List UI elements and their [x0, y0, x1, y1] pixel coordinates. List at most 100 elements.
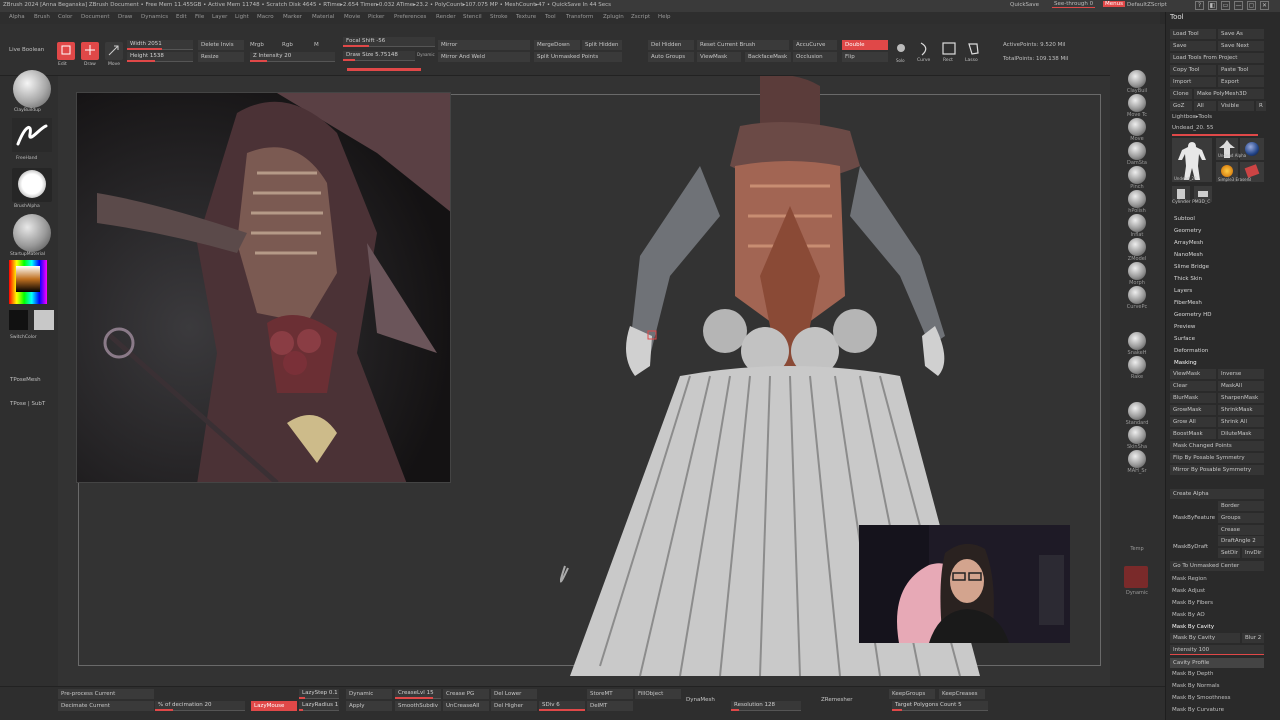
section-geometry[interactable]: Geometry	[1174, 228, 1201, 234]
lazy-mouse-toggle[interactable]: LazyMouse	[251, 701, 297, 711]
maximize-icon[interactable]: ▢	[1247, 1, 1256, 10]
menu-stencil[interactable]: Stencil	[463, 14, 482, 20]
set-dir-button[interactable]: SetDir	[1218, 548, 1240, 558]
freehand-stroke[interactable]	[12, 118, 52, 152]
color-picker[interactable]	[9, 260, 47, 304]
brush-rake[interactable]: Rake	[1120, 356, 1154, 380]
preprocess-current-button[interactable]: Pre-process Current	[58, 689, 154, 699]
menu-stroke[interactable]: Stroke	[490, 14, 508, 20]
menu-picker[interactable]: Picker	[368, 14, 384, 20]
zremesher-button[interactable]: ZRemesher	[818, 695, 886, 705]
switch-color-button[interactable]: SwitchColor	[10, 335, 37, 340]
brush-morph[interactable]: Morph	[1120, 262, 1154, 286]
mask-changed-points-button[interactable]: Mask Changed Points	[1170, 441, 1264, 451]
m-toggle[interactable]: M	[314, 42, 319, 48]
del-lower-button[interactable]: Del Lower	[491, 689, 537, 699]
menu-file[interactable]: File	[195, 14, 204, 20]
flip-posable-symmetry-button[interactable]: Flip By Posable Symmetry	[1170, 453, 1264, 463]
goz-button[interactable]: GoZ	[1170, 101, 1192, 111]
mask-by-feature-button[interactable]: MaskByFeature	[1170, 513, 1216, 523]
section-preview[interactable]: Preview	[1174, 324, 1195, 330]
occlusion-button[interactable]: Occlusion	[793, 52, 837, 62]
brush-snakehook[interactable]: SnakeH	[1120, 332, 1154, 356]
shrink-all-button[interactable]: Shrink All	[1218, 417, 1264, 427]
focal-shift-slider[interactable]: Focal Shift -56	[343, 37, 435, 47]
menu-render[interactable]: Render	[436, 14, 456, 20]
menu-document[interactable]: Document	[81, 14, 110, 20]
menu-help[interactable]: Help	[658, 14, 671, 20]
rect-button[interactable]	[940, 40, 958, 58]
tool-panel-header[interactable]: Tool	[1170, 13, 1184, 21]
brush-pinch[interactable]: Pinch	[1120, 166, 1154, 190]
dilute-mask-button[interactable]: DiluteMask	[1218, 429, 1264, 439]
see-through-slider[interactable]: See-through 0	[1052, 1, 1096, 8]
split-hidden-button[interactable]: Split Hidden	[582, 40, 622, 50]
target-polygons-slider[interactable]: Target Polygons Count 5	[892, 701, 988, 711]
smooth-subdiv-button[interactable]: SmoothSubdiv	[395, 701, 441, 711]
menu-alpha[interactable]: Alpha	[9, 14, 25, 20]
mask-by-curvature-section[interactable]: Mask By Curvature	[1172, 707, 1224, 713]
go-to-unmasked-center-button[interactable]: Go To Unmasked Center	[1170, 561, 1264, 571]
goz-all-button[interactable]: All	[1194, 101, 1216, 111]
lightbox-tools-button[interactable]: Lightbox▸Tools	[1172, 114, 1212, 120]
grow-mask-button[interactable]: GrowMask	[1170, 405, 1216, 415]
section-slime-bridge[interactable]: Slime Bridge	[1174, 264, 1209, 270]
brush-mah-sr[interactable]: MAH_Sr	[1120, 450, 1154, 474]
crease-level-slider[interactable]: CreaseLvl 15	[395, 689, 441, 699]
store-mt-button[interactable]: StoreMT	[587, 689, 633, 699]
inv-dir-button[interactable]: InvDir	[1242, 548, 1264, 558]
section-surface[interactable]: Surface	[1174, 336, 1195, 342]
brush-damstandard[interactable]: DamSta	[1120, 142, 1154, 166]
clear-mask-button[interactable]: Clear	[1170, 381, 1216, 391]
live-boolean-button[interactable]: Live Boolean	[9, 47, 44, 53]
draw-button[interactable]	[81, 42, 99, 60]
flip-button[interactable]: Flip	[842, 52, 888, 62]
fill-object-button[interactable]: FillObject	[635, 689, 681, 699]
mask-by-fibers-section[interactable]: Mask By Fibers	[1172, 600, 1213, 606]
clay-buildup-brush[interactable]	[13, 70, 51, 108]
del-mt-button[interactable]: DelMT	[587, 701, 633, 711]
keep-groups-toggle[interactable]: KeepGroups	[889, 689, 935, 699]
import-button[interactable]: Import	[1170, 77, 1216, 87]
restore-icon[interactable]: ▭	[1221, 1, 1230, 10]
border-toggle[interactable]: Border	[1218, 501, 1264, 511]
brush-skinshade[interactable]: SkinSha	[1120, 426, 1154, 450]
shrink-mask-button[interactable]: ShrinkMask	[1218, 405, 1264, 415]
del-higher-button[interactable]: Del Higher	[491, 701, 537, 711]
draft-angle-slider[interactable]: DraftAngle 2	[1218, 536, 1264, 546]
startup-material[interactable]	[13, 214, 51, 252]
menu-tool[interactable]: Tool	[545, 14, 556, 20]
save-button[interactable]: Save	[1170, 41, 1216, 51]
width-slider[interactable]: Width 2051	[127, 40, 193, 50]
curve-button[interactable]	[916, 40, 934, 58]
mirror-posable-symmetry-button[interactable]: Mirror By Posable Symmetry	[1170, 465, 1264, 475]
mask-region-section[interactable]: Mask Region	[1172, 576, 1207, 582]
load-tools-from-project-button[interactable]: Load Tools From Project	[1170, 53, 1264, 63]
auto-groups-button[interactable]: Auto Groups	[648, 52, 694, 62]
menu-movie[interactable]: Movie	[344, 14, 360, 20]
z-intensity-slider[interactable]: Z Intensity 20	[250, 52, 335, 62]
brush-curvepolymesh[interactable]: CurvePc	[1120, 286, 1154, 310]
menu-zscript[interactable]: Zscript	[631, 14, 650, 20]
lasso-button[interactable]	[964, 40, 982, 58]
load-tool-button[interactable]: Load Tool	[1170, 29, 1216, 39]
del-hidden-button[interactable]: Del Hidden	[648, 40, 694, 50]
menu-marker[interactable]: Marker	[283, 14, 302, 20]
section-nanomesh[interactable]: NanoMesh	[1174, 252, 1203, 258]
mask-by-depth-section[interactable]: Mask By Depth	[1172, 671, 1213, 677]
reset-current-brush-button[interactable]: Reset Current Brush	[697, 40, 789, 50]
help-icon[interactable]: ?	[1195, 1, 1204, 10]
menu-material[interactable]: Material	[312, 14, 334, 20]
close-icon[interactable]: ✕	[1260, 1, 1269, 10]
save-as-button[interactable]: Save As	[1218, 29, 1264, 39]
mirror-button[interactable]: Mirror	[438, 40, 530, 50]
boost-mask-button[interactable]: BoostMask	[1170, 429, 1216, 439]
tpose-mesh-button[interactable]: TPoseMesh	[10, 377, 41, 383]
quicksave-button[interactable]: QuickSave	[1010, 2, 1039, 8]
layout-icon[interactable]: ◧	[1208, 1, 1217, 10]
brush-alpha[interactable]	[12, 168, 52, 202]
section-deformation[interactable]: Deformation	[1174, 348, 1208, 354]
resize-button[interactable]: Resize	[198, 52, 244, 62]
brush-zmodeler[interactable]: ZModel	[1120, 238, 1154, 262]
main-color-swatch[interactable]	[9, 310, 28, 330]
